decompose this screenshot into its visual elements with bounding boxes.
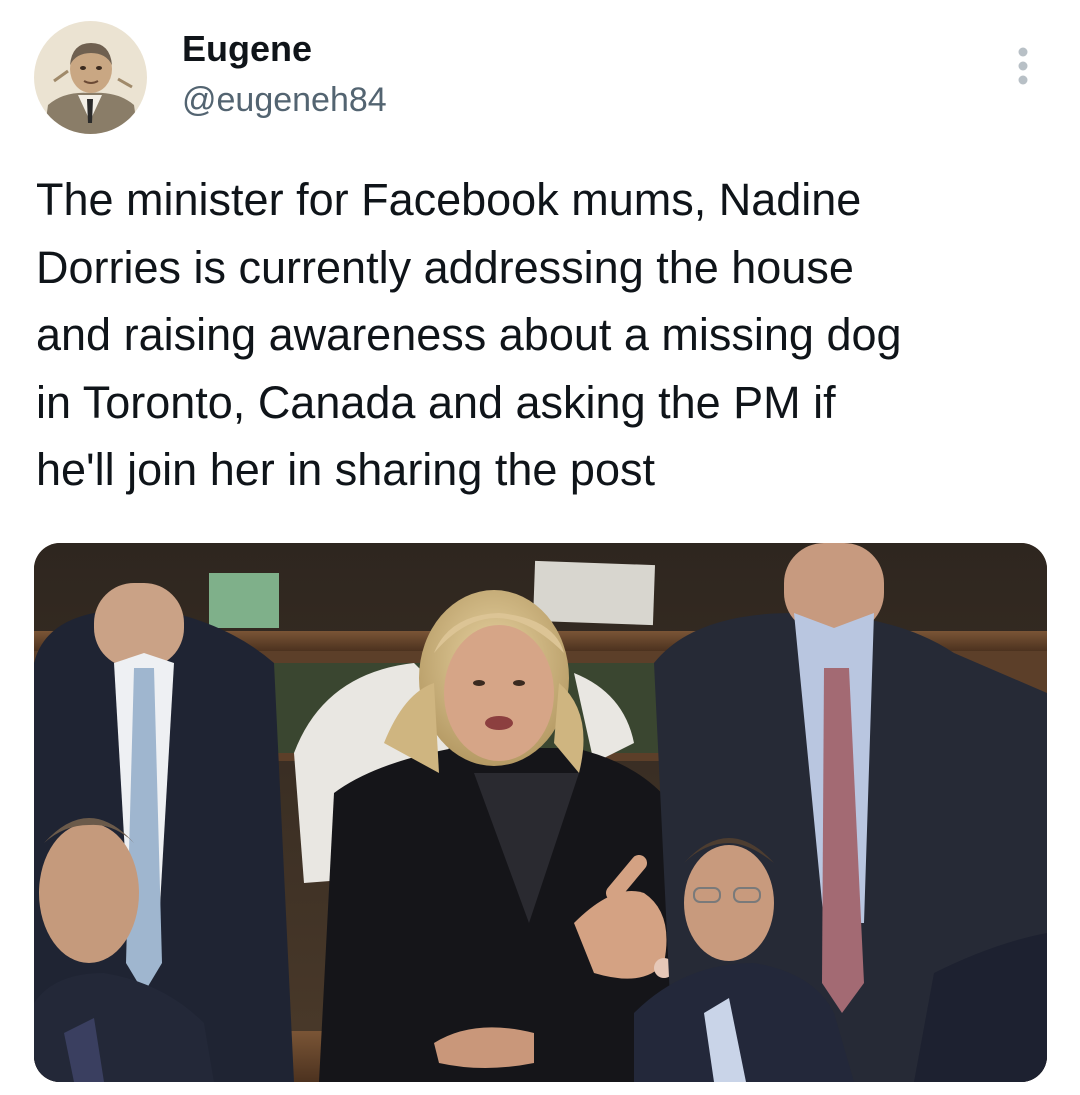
tweet-text: The minister for Facebook mums, Nadine D…: [36, 174, 902, 495]
caricature-portrait-avatar-icon: [34, 21, 147, 134]
tweet-photo[interactable]: [34, 543, 1047, 1082]
more-vertical-icon: [1018, 47, 1028, 85]
author-handle[interactable]: @eugeneh84: [182, 79, 387, 121]
more-options-button[interactable]: [1000, 40, 1046, 92]
author-avatar[interactable]: [34, 21, 147, 134]
tweet-card: Eugene @eugeneh84 The minister for Faceb…: [0, 0, 1080, 1095]
author-display-name[interactable]: Eugene: [182, 27, 312, 71]
photo-house-of-commons: [34, 543, 1047, 1082]
